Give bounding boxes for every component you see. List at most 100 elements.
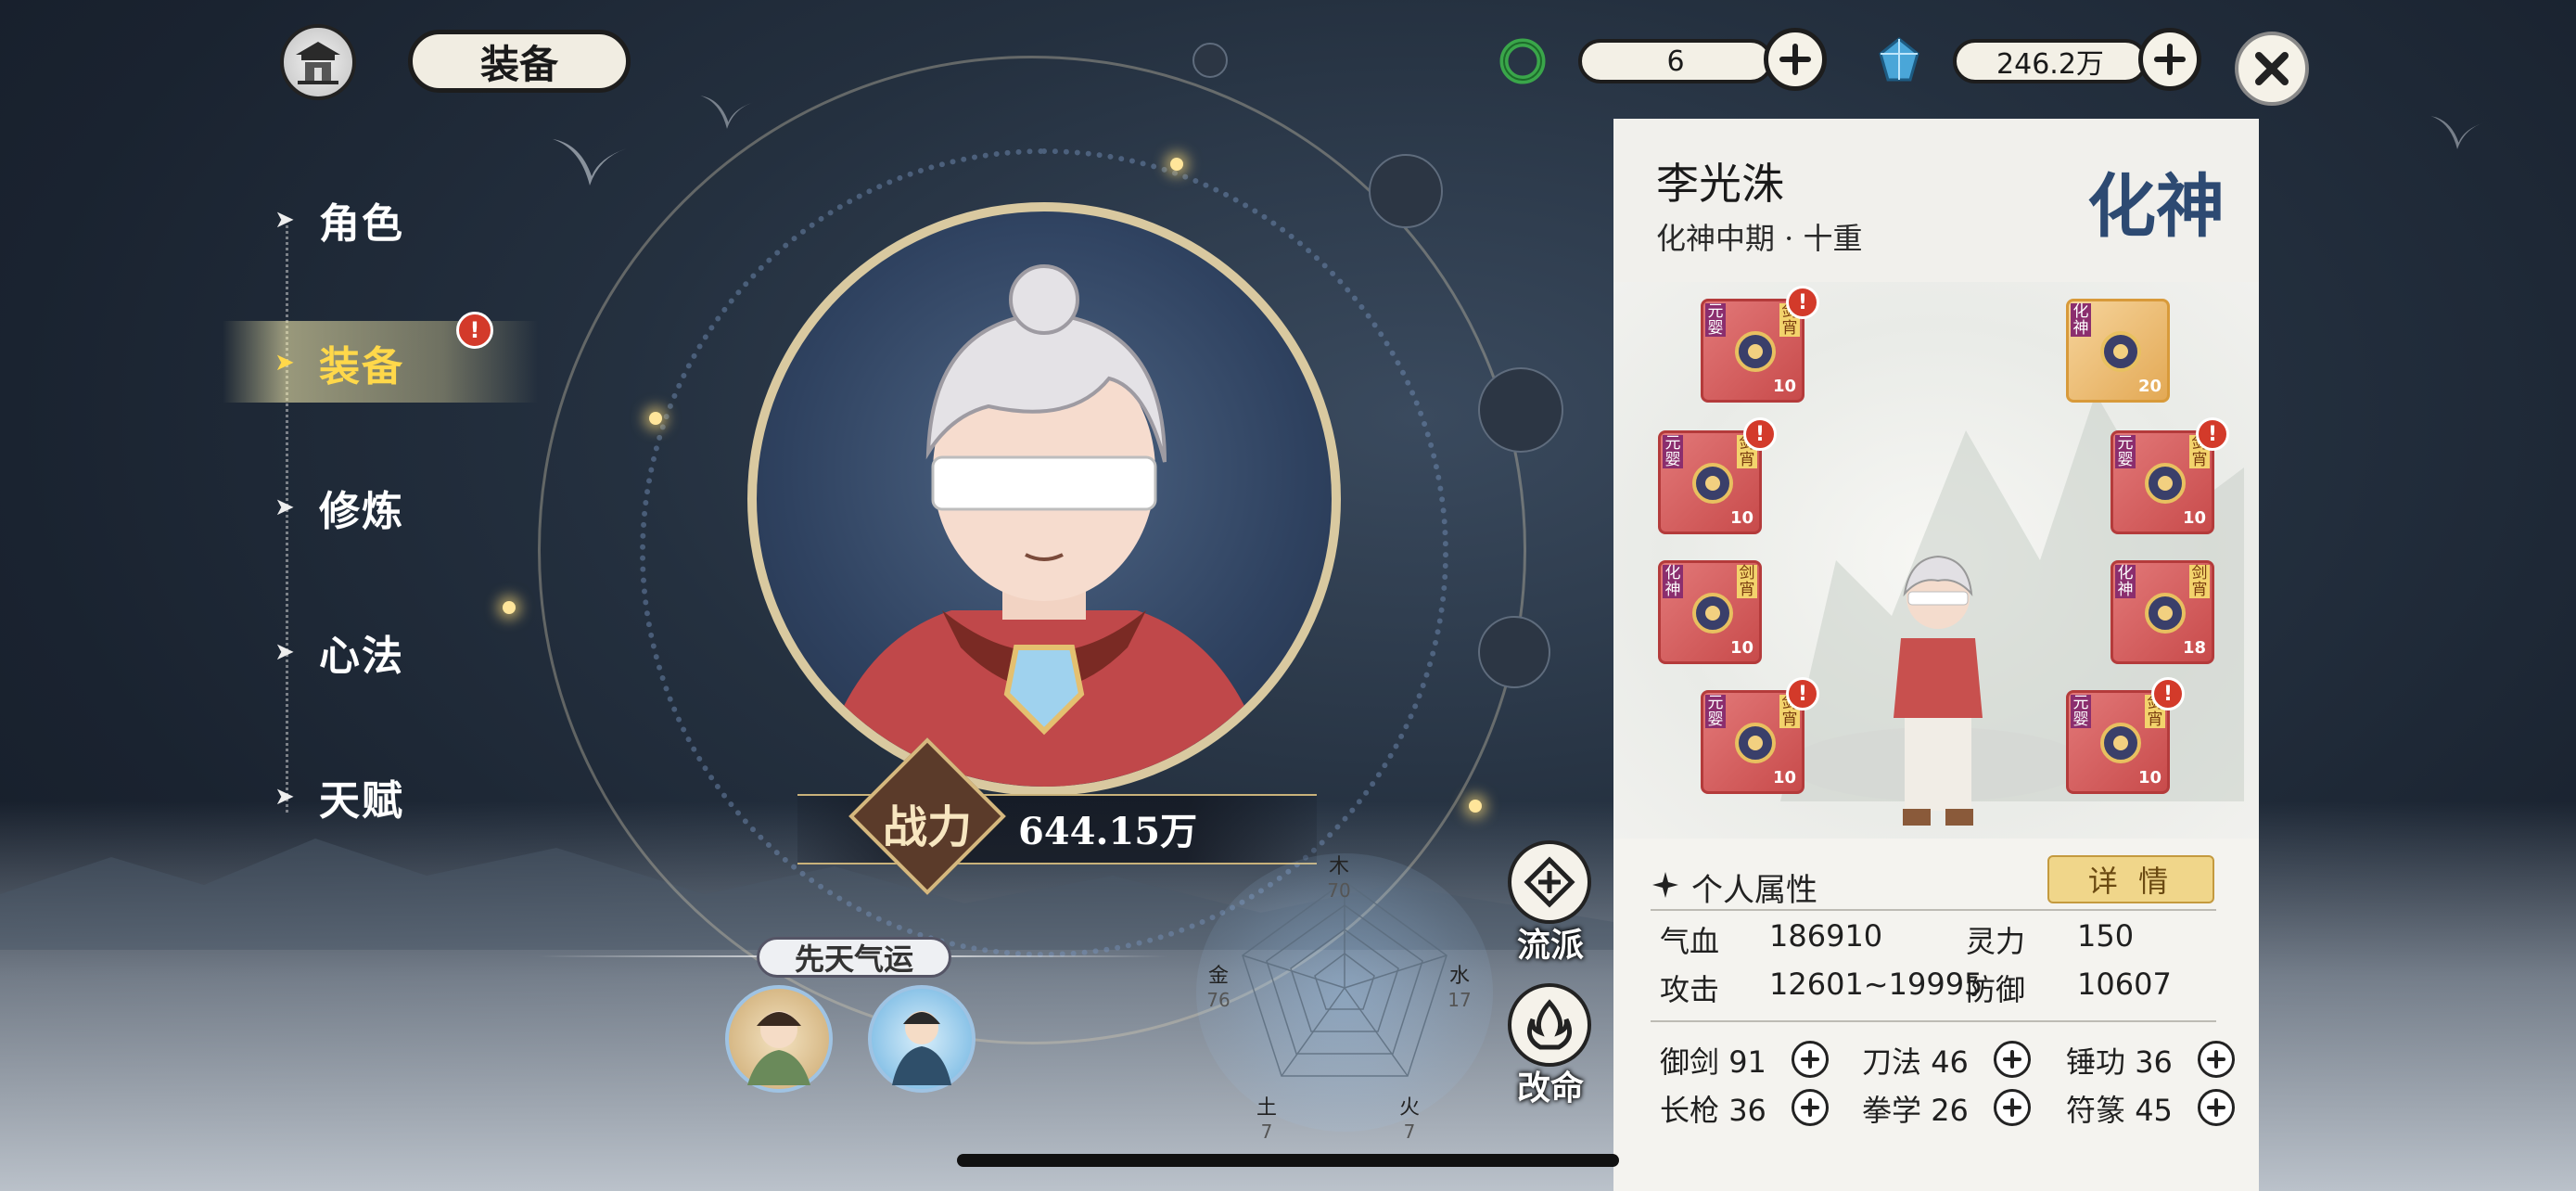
bird-icon [553,139,627,186]
equipment-item-icon [1692,593,1733,634]
personal-stats-title: 个人属性 [1691,872,1817,909]
character-portrait [747,202,1341,796]
divider [1651,1020,2216,1022]
equipment-item-icon [1735,723,1776,763]
character-illustration [815,264,1273,787]
skill-upgrade-button[interactable] [2198,1041,2235,1078]
fortune-avatar[interactable] [868,985,976,1093]
fortune-avatar[interactable] [725,985,833,1093]
equipment-slot[interactable]: 元婴剑宵10 [2066,690,2170,794]
add-crystal-button[interactable] [2138,28,2201,91]
equipment-slot[interactable]: 元婴剑宵10 [2111,430,2214,534]
alert-badge: ! [1786,286,1819,319]
stat-hp-value: 186910 [1769,918,1883,954]
plus-icon [2207,1050,2225,1069]
radar-label-earth: 土7 [1256,1096,1277,1143]
skill-upgrade-button[interactable] [2198,1089,2235,1126]
element-radar-chart [1242,880,1447,1077]
moon-orb [1369,154,1443,228]
chevron-right-icon: ➤ [274,493,297,521]
equipment-slot[interactable]: 元婴剑宵10 [1701,299,1804,403]
sparkle-icon [1652,872,1678,898]
close-button[interactable] [2235,32,2309,106]
equipment-slot[interactable]: 化神 剑宵 10 [1658,560,1762,664]
skill-value: 26 [1931,1093,1969,1128]
moon-orb [1192,43,1228,78]
bird-icon [2430,116,2484,149]
moon-orb [1478,616,1550,688]
school-button[interactable] [1508,840,1591,924]
nav-item-character[interactable]: ➤ 角色 [274,187,404,252]
change-fate-button[interactable] [1508,983,1591,1067]
glow-spark [1469,800,1482,813]
skill-name: 符篆 [2066,1093,2126,1128]
character-info-panel: 李光洙 化神中期 · 十重 化神 元婴剑宵10!化神20元婴剑宵10!元婴剑宵1… [1613,119,2259,1191]
plus-icon [2207,1098,2225,1117]
equipment-slot[interactable]: 化神 剑宵 18 [2111,560,2214,664]
plus-icon [2003,1050,2021,1069]
skill-upgrade-button[interactable] [1792,1041,1829,1078]
glow-spark [649,412,662,425]
details-button[interactable]: 详 情 [2047,855,2214,903]
nav-item-mind-method[interactable]: ➤ 心法 [274,620,404,685]
radar-label-metal: 金 76 [1206,965,1231,1011]
skill-name: 拳学 [1862,1093,1922,1128]
plus-icon [1801,1050,1819,1069]
plus-icon [1801,1098,1819,1117]
equipment-slot[interactable]: 化神 20 [2066,299,2170,403]
equipment-level: 18 [2182,638,2206,658]
skill-stat: 长枪 36 [1660,1087,1766,1130]
character-realm: 化神中期 · 十重 [1656,221,1863,256]
character-figure [1894,555,1983,826]
skill-name: 长枪 [1660,1093,1720,1128]
home-indicator [957,1154,1619,1167]
alert-badge: ! [2151,677,2185,711]
nav-item-label: 天赋 [319,777,404,825]
equipment-item-icon [2100,723,2141,763]
radar-label-fire: 火7 [1398,1096,1420,1143]
close-icon [2255,52,2289,85]
skill-upgrade-button[interactable] [1792,1089,1829,1126]
alert-badge: ! [456,312,493,349]
blue-crystal-icon [1879,37,1919,82]
radar-label-water: 水 17 [1447,965,1472,1011]
equipment-rank: 化神 [1663,565,1683,598]
skill-upgrade-button[interactable] [1994,1089,2031,1126]
stat-spirit-label: 灵力 [1966,924,2026,959]
equipment-item-icon [2100,331,2141,372]
skill-stat: 锤功 36 [2066,1039,2173,1082]
chevron-right-icon: ➤ [274,206,297,234]
nav-item-label: 心法 [319,633,404,680]
stat-attack-value: 12601~19995 [1769,967,1983,1002]
nav-item-talent[interactable]: ➤ 天赋 [274,764,404,829]
alert-badge: ! [2196,417,2229,451]
divider [1651,909,2216,911]
skill-stat: 符篆 45 [2066,1087,2173,1130]
character-name: 李光洙 [1656,159,1784,209]
stat-attack-label: 攻击 [1660,972,1720,1007]
radar-label-wood: 木 70 [1327,855,1351,902]
skill-value: 91 [1728,1044,1766,1080]
equipment-slot[interactable]: 元婴剑宵10 [1701,690,1804,794]
skill-upgrade-button[interactable] [1994,1041,2031,1078]
plus-icon [2003,1098,2021,1117]
stat-spirit-value: 150 [2077,918,2135,954]
chevron-right-icon: ➤ [274,349,297,377]
chevron-right-icon: ➤ [274,638,297,666]
equipment-item-icon [1692,463,1733,504]
equipment-level: 10 [1729,638,1753,658]
nav-item-equipment[interactable]: ➤ 装备 [274,330,404,395]
home-button[interactable] [280,24,356,100]
equipment-item-icon [2145,593,2186,634]
nav-item-cultivation[interactable]: ➤ 修炼 [274,475,404,540]
change-fate-label: 改命 [1516,1069,1584,1108]
resource-jade-value: 6 [1578,39,1773,83]
skill-stat: 拳学 26 [1862,1087,1969,1130]
jade-ring-icon [1499,38,1546,84]
equipment-slot[interactable]: 元婴剑宵10 [1658,430,1762,534]
resource-crystal-value: 246.2万 [1953,39,2148,83]
equipment-level: 10 [2137,768,2162,788]
stat-defense-value: 10607 [2077,967,2172,1002]
misty-mountain-scenery [1780,393,2244,801]
add-jade-button[interactable] [1764,28,1827,91]
